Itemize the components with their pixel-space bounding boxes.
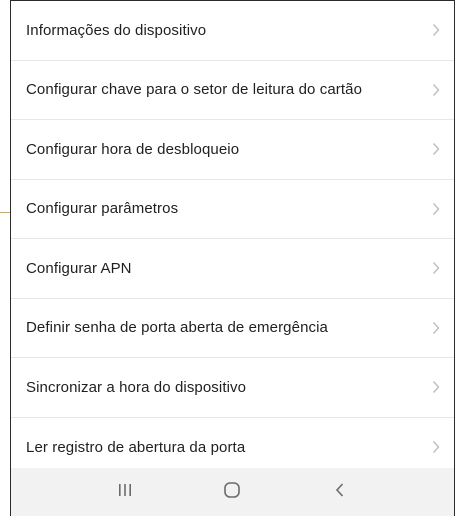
menu-item-sync-time[interactable]: Sincronizar a hora do dispositivo	[11, 358, 454, 418]
menu-item-label: Informações do dispositivo	[26, 21, 207, 39]
menu-item-label: Sincronizar a hora do dispositivo	[26, 378, 247, 396]
menu-item-card-sector-key[interactable]: Configurar chave para o setor de leitura…	[11, 61, 454, 120]
menu-item-parameters[interactable]: Configurar parâmetros	[11, 180, 454, 239]
chevron-right-icon	[432, 142, 440, 156]
menu-item-label: Configurar parâmetros	[26, 200, 179, 218]
chevron-right-icon	[432, 23, 440, 37]
settings-menu-list: Informações do dispositivo Configurar ch…	[11, 1, 454, 477]
menu-item-emergency-password[interactable]: Definir senha de porta aberta de emergên…	[11, 299, 454, 358]
back-icon	[334, 482, 346, 503]
chevron-right-icon	[432, 380, 440, 394]
chevron-right-icon	[432, 321, 440, 335]
menu-item-label: Configurar hora de desbloqueio	[26, 140, 240, 158]
recent-apps-icon	[117, 483, 133, 502]
menu-item-label: Configurar chave para o setor de leitura…	[26, 81, 363, 99]
callout-pointer-line	[0, 212, 10, 213]
android-navigation-bar	[11, 468, 454, 516]
settings-screen: Informações do dispositivo Configurar ch…	[0, 0, 455, 516]
chevron-right-icon	[432, 261, 440, 275]
chevron-right-icon	[432, 202, 440, 216]
home-button[interactable]	[212, 477, 252, 507]
chevron-right-icon	[432, 440, 440, 454]
menu-item-device-info[interactable]: Informações do dispositivo	[11, 1, 454, 61]
menu-item-unlock-time[interactable]: Configurar hora de desbloqueio	[11, 120, 454, 180]
menu-item-apn[interactable]: Configurar APN	[11, 239, 454, 299]
chevron-right-icon	[432, 83, 440, 97]
back-button[interactable]	[320, 477, 360, 507]
phone-frame: Informações do dispositivo Configurar ch…	[10, 0, 455, 516]
menu-item-label: Configurar APN	[26, 259, 132, 277]
menu-item-label: Ler registro de abertura da porta	[26, 438, 246, 456]
menu-item-label: Definir senha de porta aberta de emergên…	[26, 319, 328, 337]
recent-apps-button[interactable]	[105, 477, 145, 507]
home-icon	[223, 481, 241, 504]
